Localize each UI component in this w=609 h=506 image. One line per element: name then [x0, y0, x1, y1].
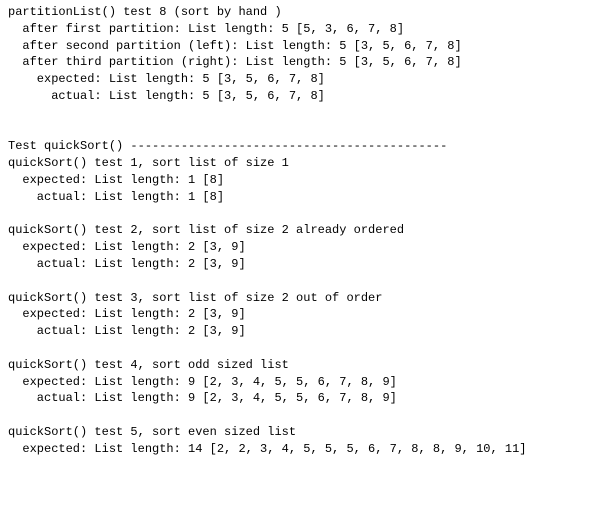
- console-output: partitionList() test 8 (sort by hand ) a…: [8, 4, 601, 458]
